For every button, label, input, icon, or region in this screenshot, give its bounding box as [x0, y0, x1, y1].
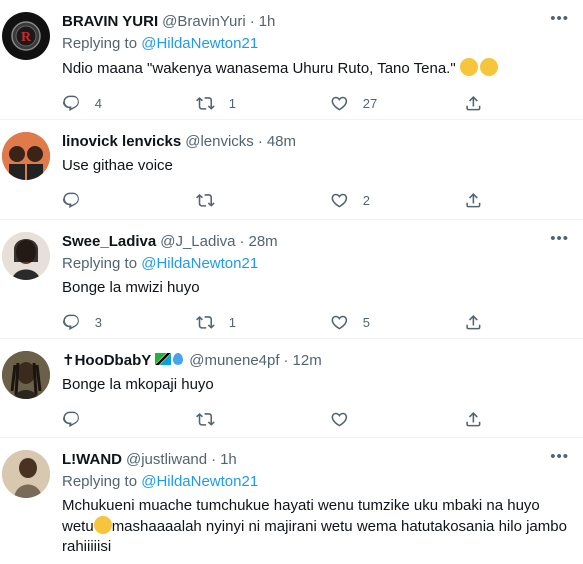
reply-icon [62, 410, 81, 429]
separator-dot: · [239, 233, 245, 250]
droplet-icon [173, 353, 184, 365]
replying-to: Replying to @HildaNewton21 [62, 254, 567, 274]
tears-of-joy-emoji-icon [459, 58, 478, 76]
reply-button[interactable] [62, 410, 196, 429]
reply-count: 4 [94, 95, 102, 111]
tweet[interactable]: linovick lenvicks @lenvicks · 48m Use gi… [0, 120, 583, 220]
separator-dot: · [249, 13, 255, 30]
like-icon [330, 313, 349, 332]
retweet-icon [196, 94, 215, 113]
like-count: 27 [362, 95, 378, 111]
like-icon [330, 191, 349, 210]
like-icon [330, 94, 349, 113]
handle[interactable]: @munene4pf [189, 351, 279, 371]
tweet-actions: 4 1 27 [62, 85, 567, 121]
share-icon [464, 191, 483, 210]
like-icon [330, 410, 349, 429]
separator-dot: · [211, 451, 217, 468]
mention-link[interactable]: @HildaNewton21 [141, 255, 258, 272]
tweet-text: Bonge la mwizi huyo [62, 279, 200, 296]
reply-button[interactable] [62, 191, 196, 210]
display-name[interactable]: linovick lenvicks [62, 132, 181, 152]
avatar[interactable] [2, 232, 50, 280]
display-name[interactable]: Swee_Ladiva [62, 232, 156, 252]
share-button[interactable] [464, 94, 497, 113]
replying-prefix: Replying to [62, 473, 142, 490]
separator-dot: · [257, 133, 263, 150]
share-icon [464, 410, 483, 429]
share-icon [464, 94, 483, 113]
tears-of-joy-emoji-icon [479, 58, 498, 76]
tweet-text: Use githae voice [62, 157, 173, 174]
handle[interactable]: @lenvicks [185, 132, 254, 152]
tweet-text-content: Ndio maana "wakenya wanasema Uhuru Ruto,… [62, 60, 460, 77]
retweet-button[interactable] [196, 191, 330, 210]
smiling-face-emoji-icon [93, 516, 112, 534]
tweet-text-part-2: mashaaaalah nyinyi ni majirani wetu wema… [62, 518, 567, 555]
tweet[interactable]: R BRAVIN YURI @BravinYuri · 1h ••• Reply… [0, 0, 583, 120]
more-icon[interactable]: ••• [550, 449, 569, 464]
like-button[interactable]: 5 [330, 313, 464, 332]
mention-link[interactable]: @HildaNewton21 [141, 473, 258, 490]
avatar[interactable] [2, 351, 50, 399]
like-count: 5 [362, 314, 370, 330]
like-button[interactable]: 27 [330, 94, 464, 113]
more-icon[interactable]: ••• [550, 231, 569, 246]
avatar[interactable] [2, 450, 50, 498]
replying-prefix: Replying to [62, 35, 142, 52]
share-button[interactable] [464, 313, 497, 332]
retweet-button[interactable]: 1 [196, 313, 330, 332]
timestamp[interactable]: 28m [249, 232, 278, 252]
reply-count: 3 [94, 314, 102, 330]
share-button[interactable] [464, 191, 497, 210]
more-icon[interactable]: ••• [550, 11, 569, 26]
tweet-text: Bonge la mkopaji huyo [62, 376, 214, 393]
tweet[interactable]: ✝HooDbabY @munene4pf · 12m Bonge la mkop… [0, 339, 583, 438]
timestamp[interactable]: 48m [267, 132, 296, 152]
share-icon [464, 313, 483, 332]
handle[interactable]: @BravinYuri [162, 12, 246, 32]
display-name[interactable]: ✝HooDbabY [62, 351, 151, 371]
handle[interactable]: @J_Ladiva [160, 232, 235, 252]
reply-icon [62, 94, 81, 113]
retweet-icon [196, 313, 215, 332]
timestamp[interactable]: 1h [220, 450, 237, 470]
retweet-icon [196, 410, 215, 429]
like-button[interactable]: 2 [330, 191, 464, 210]
retweet-button[interactable]: 1 [196, 94, 330, 113]
retweet-icon [196, 191, 215, 210]
like-button[interactable] [330, 410, 464, 429]
reply-icon [62, 191, 81, 210]
mention-link[interactable]: @HildaNewton21 [141, 35, 258, 52]
replying-prefix: Replying to [62, 255, 142, 272]
like-count: 2 [362, 192, 370, 208]
tanzania-flag-icon [155, 353, 172, 365]
tweet-actions: 2 [62, 182, 567, 218]
tweet-actions: 3 1 5 [62, 304, 567, 340]
retweet-button[interactable] [196, 410, 330, 429]
tweet-actions [62, 401, 567, 437]
timestamp[interactable]: 12m [293, 351, 322, 371]
replying-to: Replying to @HildaNewton21 [62, 34, 567, 54]
timestamp[interactable]: 1h [259, 12, 276, 32]
display-name[interactable]: BRAVIN YURI [62, 12, 158, 32]
reply-button[interactable]: 4 [62, 94, 196, 113]
reply-icon [62, 313, 81, 332]
reply-button[interactable]: 3 [62, 313, 196, 332]
share-button[interactable] [464, 410, 497, 429]
svg-text:R: R [21, 30, 32, 45]
tweet-text: Ndio maana "wakenya wanasema Uhuru Ruto,… [62, 58, 567, 79]
separator-dot: · [283, 352, 289, 369]
retweet-count: 1 [228, 314, 236, 330]
tweet[interactable]: Swee_Ladiva @J_Ladiva · 28m ••• Replying… [0, 220, 583, 339]
replying-to: Replying to @HildaNewton21 [62, 472, 567, 492]
retweet-count: 1 [228, 95, 236, 111]
handle[interactable]: @justliwand [126, 450, 207, 470]
tweet-text: Mchukueni muache tumchukue hayati wenu t… [62, 496, 567, 557]
display-name[interactable]: L!WAND [62, 450, 122, 470]
avatar[interactable]: R [2, 12, 50, 60]
tweet[interactable]: L!WAND @justliwand · 1h ••• Replying to … [0, 438, 583, 564]
avatar[interactable] [2, 132, 50, 180]
